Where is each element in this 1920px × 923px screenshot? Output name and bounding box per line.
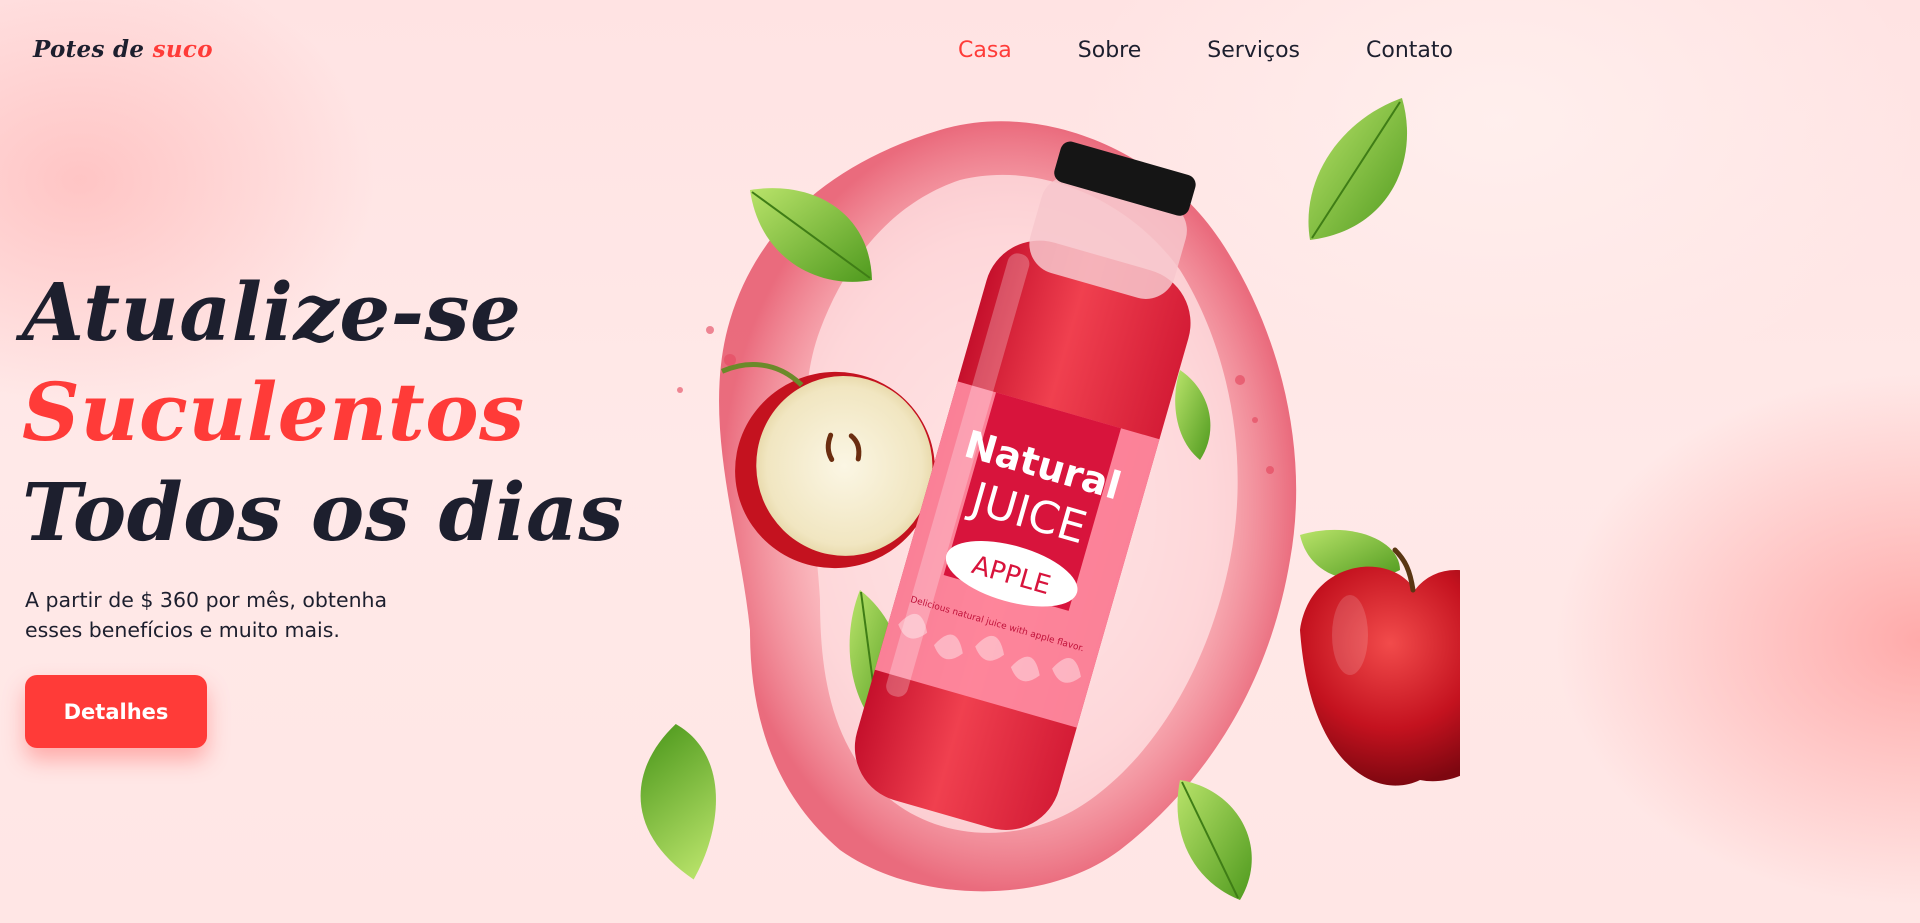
red-apple: [1300, 547, 1460, 786]
details-button[interactable]: Detalhes: [25, 675, 207, 748]
juice-illustration: Natural JUICE APPLE Delicious natural ju…: [640, 98, 1460, 900]
nav-item-contato[interactable]: Contato: [1366, 38, 1453, 63]
brand-logo[interactable]: Potes de suco: [33, 36, 213, 63]
main-nav: Casa Sobre Serviços Contato: [958, 38, 1519, 63]
hero-subtitle: A partir de $ 360 por mês, obtenha esses…: [25, 588, 388, 642]
brand-name-accent: suco: [152, 36, 213, 63]
nav-item-sobre[interactable]: Sobre: [1078, 38, 1142, 63]
nav-item-casa[interactable]: Casa: [958, 38, 1012, 63]
brand-name: Potes de: [33, 36, 153, 63]
nav-item-servicos[interactable]: Serviços: [1207, 38, 1300, 63]
